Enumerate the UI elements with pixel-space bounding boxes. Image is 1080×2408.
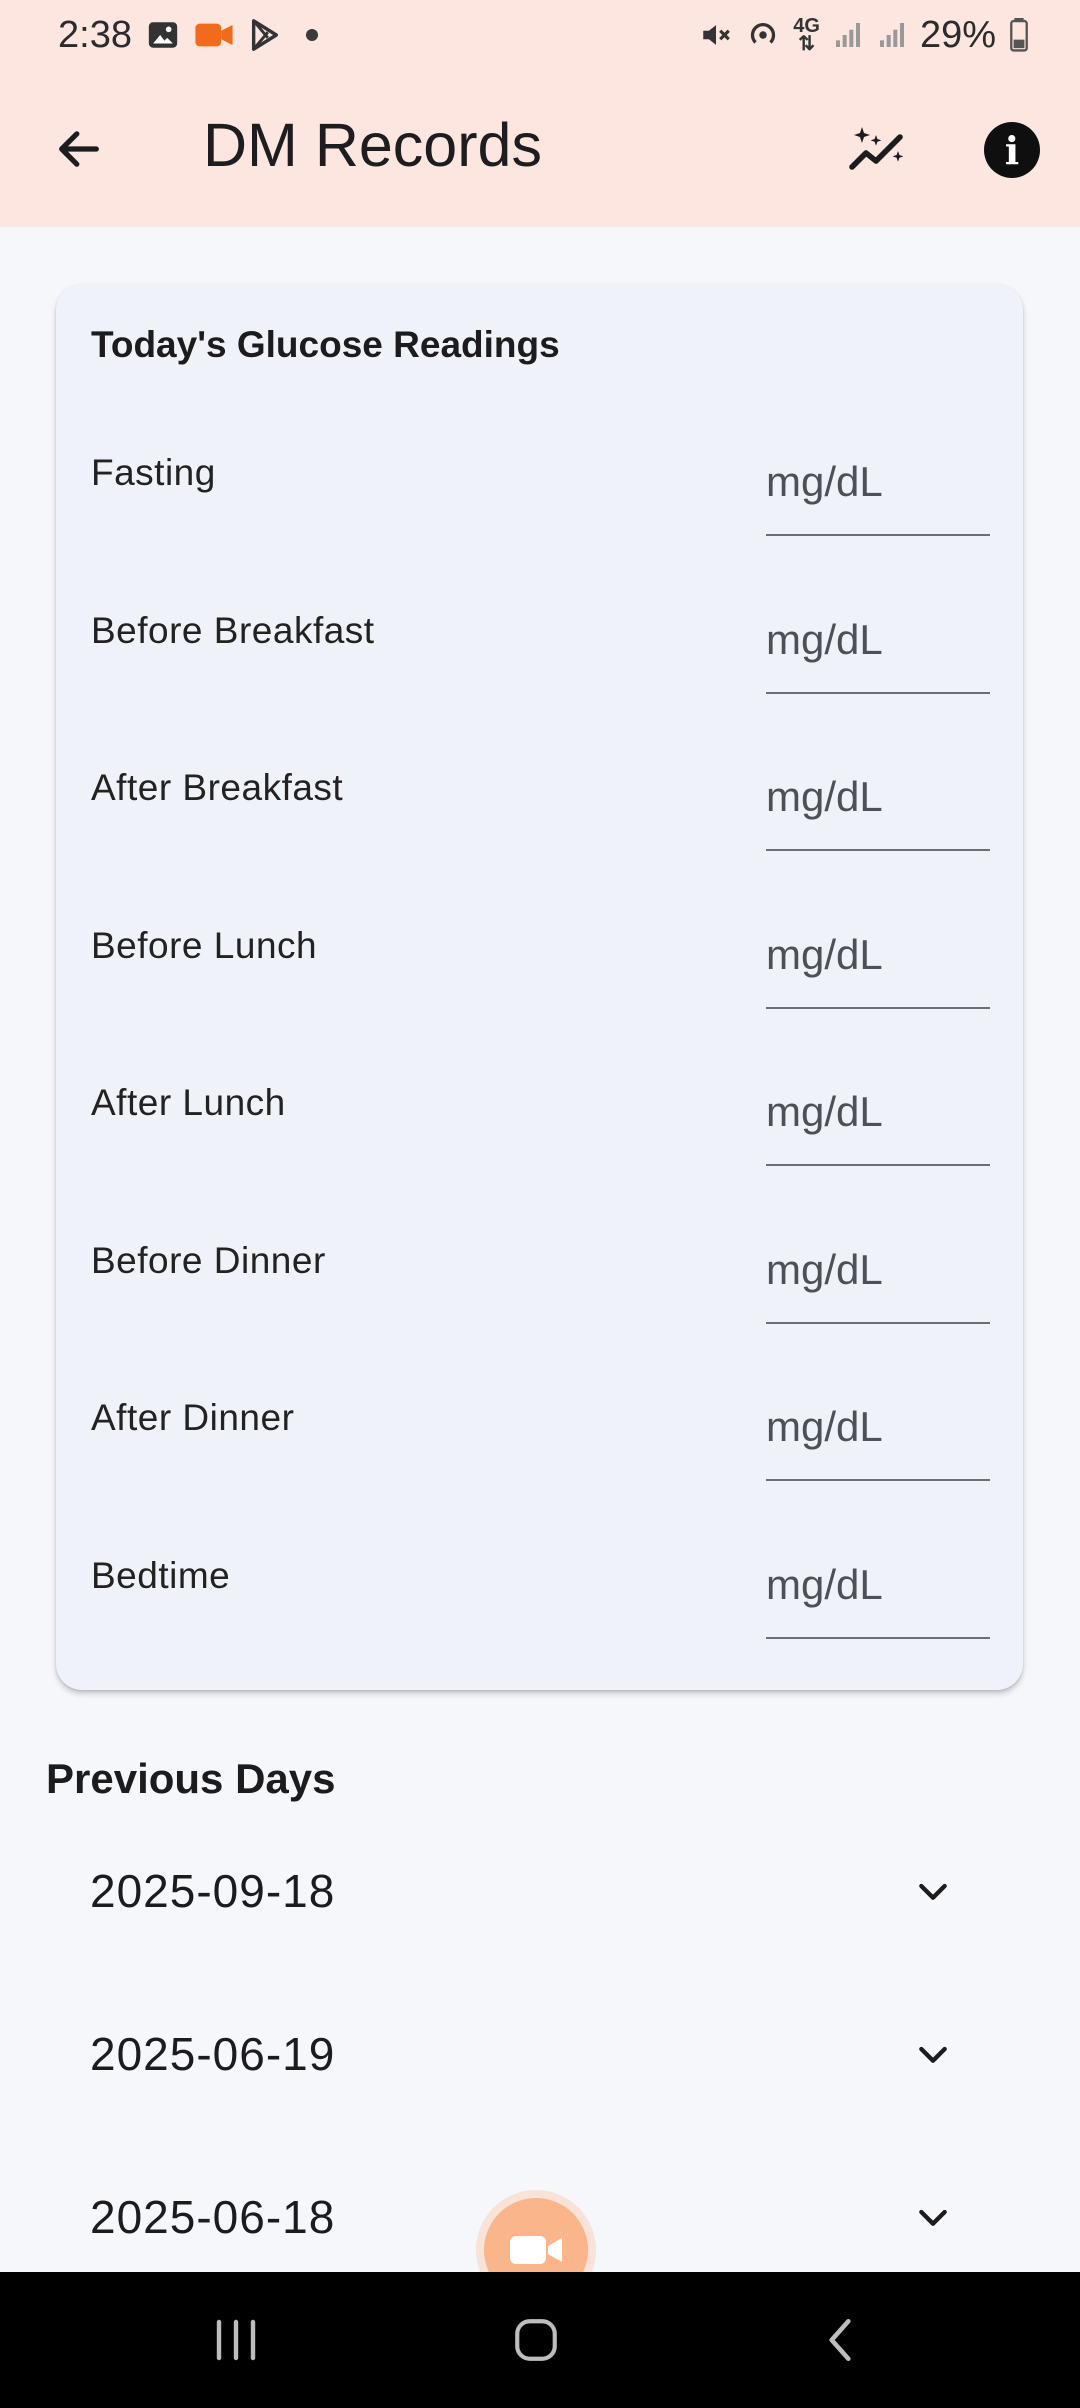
todays-readings-card: Today's Glucose Readings Fasting Before … (56, 284, 1023, 1690)
reading-row-bedtime: Bedtime (56, 1529, 1023, 1687)
recents-icon (216, 2319, 256, 2361)
reading-label: Before Breakfast (91, 610, 375, 651)
app-bar: DM Records i (0, 70, 1080, 227)
back-button[interactable] (46, 116, 112, 182)
reading-label: After Breakfast (91, 767, 344, 808)
fasting-input[interactable] (766, 426, 990, 536)
reading-row-after-dinner: After Dinner (56, 1371, 1023, 1529)
gallery-icon (146, 18, 180, 52)
after-breakfast-input[interactable] (766, 741, 990, 851)
reading-label: After Lunch (91, 1082, 286, 1123)
video-camera-icon (510, 2236, 562, 2264)
play-store-icon (248, 18, 282, 52)
system-nav-bar (0, 2272, 1080, 2408)
battery-percent: 29% (919, 13, 996, 56)
before-dinner-input[interactable] (766, 1214, 990, 1324)
reading-row-before-dinner: Before Dinner (56, 1214, 1023, 1372)
reading-label: Bedtime (91, 1555, 231, 1596)
previous-day-item[interactable]: 2025-09-18 (0, 1864, 1080, 2027)
page-title: DM Records (203, 111, 542, 179)
before-breakfast-input[interactable] (766, 584, 990, 694)
day-date: 2025-06-18 (90, 2191, 336, 2243)
signal-icon (832, 19, 864, 51)
status-bar: 2:38 4G ⇅ 29% (0, 0, 1080, 70)
arrow-left-icon (59, 131, 99, 167)
notification-dot-icon (305, 29, 318, 41)
home-button[interactable] (496, 2310, 576, 2370)
chevron-down-icon[interactable] (908, 2192, 958, 2242)
chevron-down-icon[interactable] (908, 1866, 958, 1916)
reading-row-before-breakfast: Before Breakfast (56, 584, 1023, 742)
after-lunch-input[interactable] (766, 1056, 990, 1166)
card-title: Today's Glucose Readings (91, 324, 560, 365)
after-dinner-input[interactable] (766, 1371, 990, 1481)
sparkle-chart-icon (849, 127, 904, 170)
info-button[interactable]: i (984, 122, 1040, 178)
reading-row-after-breakfast: After Breakfast (56, 741, 1023, 899)
status-time: 2:38 (58, 13, 132, 56)
battery-icon (1008, 18, 1030, 52)
mute-icon (699, 18, 733, 52)
before-lunch-input[interactable] (766, 899, 990, 1009)
reading-row-fasting: Fasting (56, 426, 1023, 584)
reading-row-after-lunch: After Lunch (56, 1056, 1023, 1214)
reading-label: Before Lunch (91, 925, 318, 966)
reading-label: Fasting (91, 452, 216, 493)
day-date: 2025-06-19 (90, 2028, 336, 2080)
info-icon: i (1004, 127, 1020, 173)
home-icon (515, 2319, 557, 2361)
previous-day-item[interactable]: 2025-06-19 (0, 2027, 1080, 2190)
chevron-down-icon[interactable] (908, 2029, 958, 2079)
back-nav-button[interactable] (800, 2310, 880, 2370)
day-date: 2025-09-18 (90, 1865, 336, 1917)
recents-button[interactable] (196, 2310, 276, 2370)
reading-row-before-lunch: Before Lunch (56, 899, 1023, 1057)
signal-icon (876, 19, 908, 51)
hotspot-icon (745, 17, 781, 53)
video-record-icon (194, 20, 234, 50)
reading-label: After Dinner (91, 1397, 295, 1438)
previous-days-heading: Previous Days (46, 1755, 336, 1802)
reading-label: Before Dinner (91, 1240, 326, 1281)
back-icon (829, 2318, 851, 2362)
network-4g-icon: 4G ⇅ (793, 15, 820, 55)
bedtime-input[interactable] (766, 1529, 990, 1639)
insights-button[interactable] (840, 114, 916, 184)
